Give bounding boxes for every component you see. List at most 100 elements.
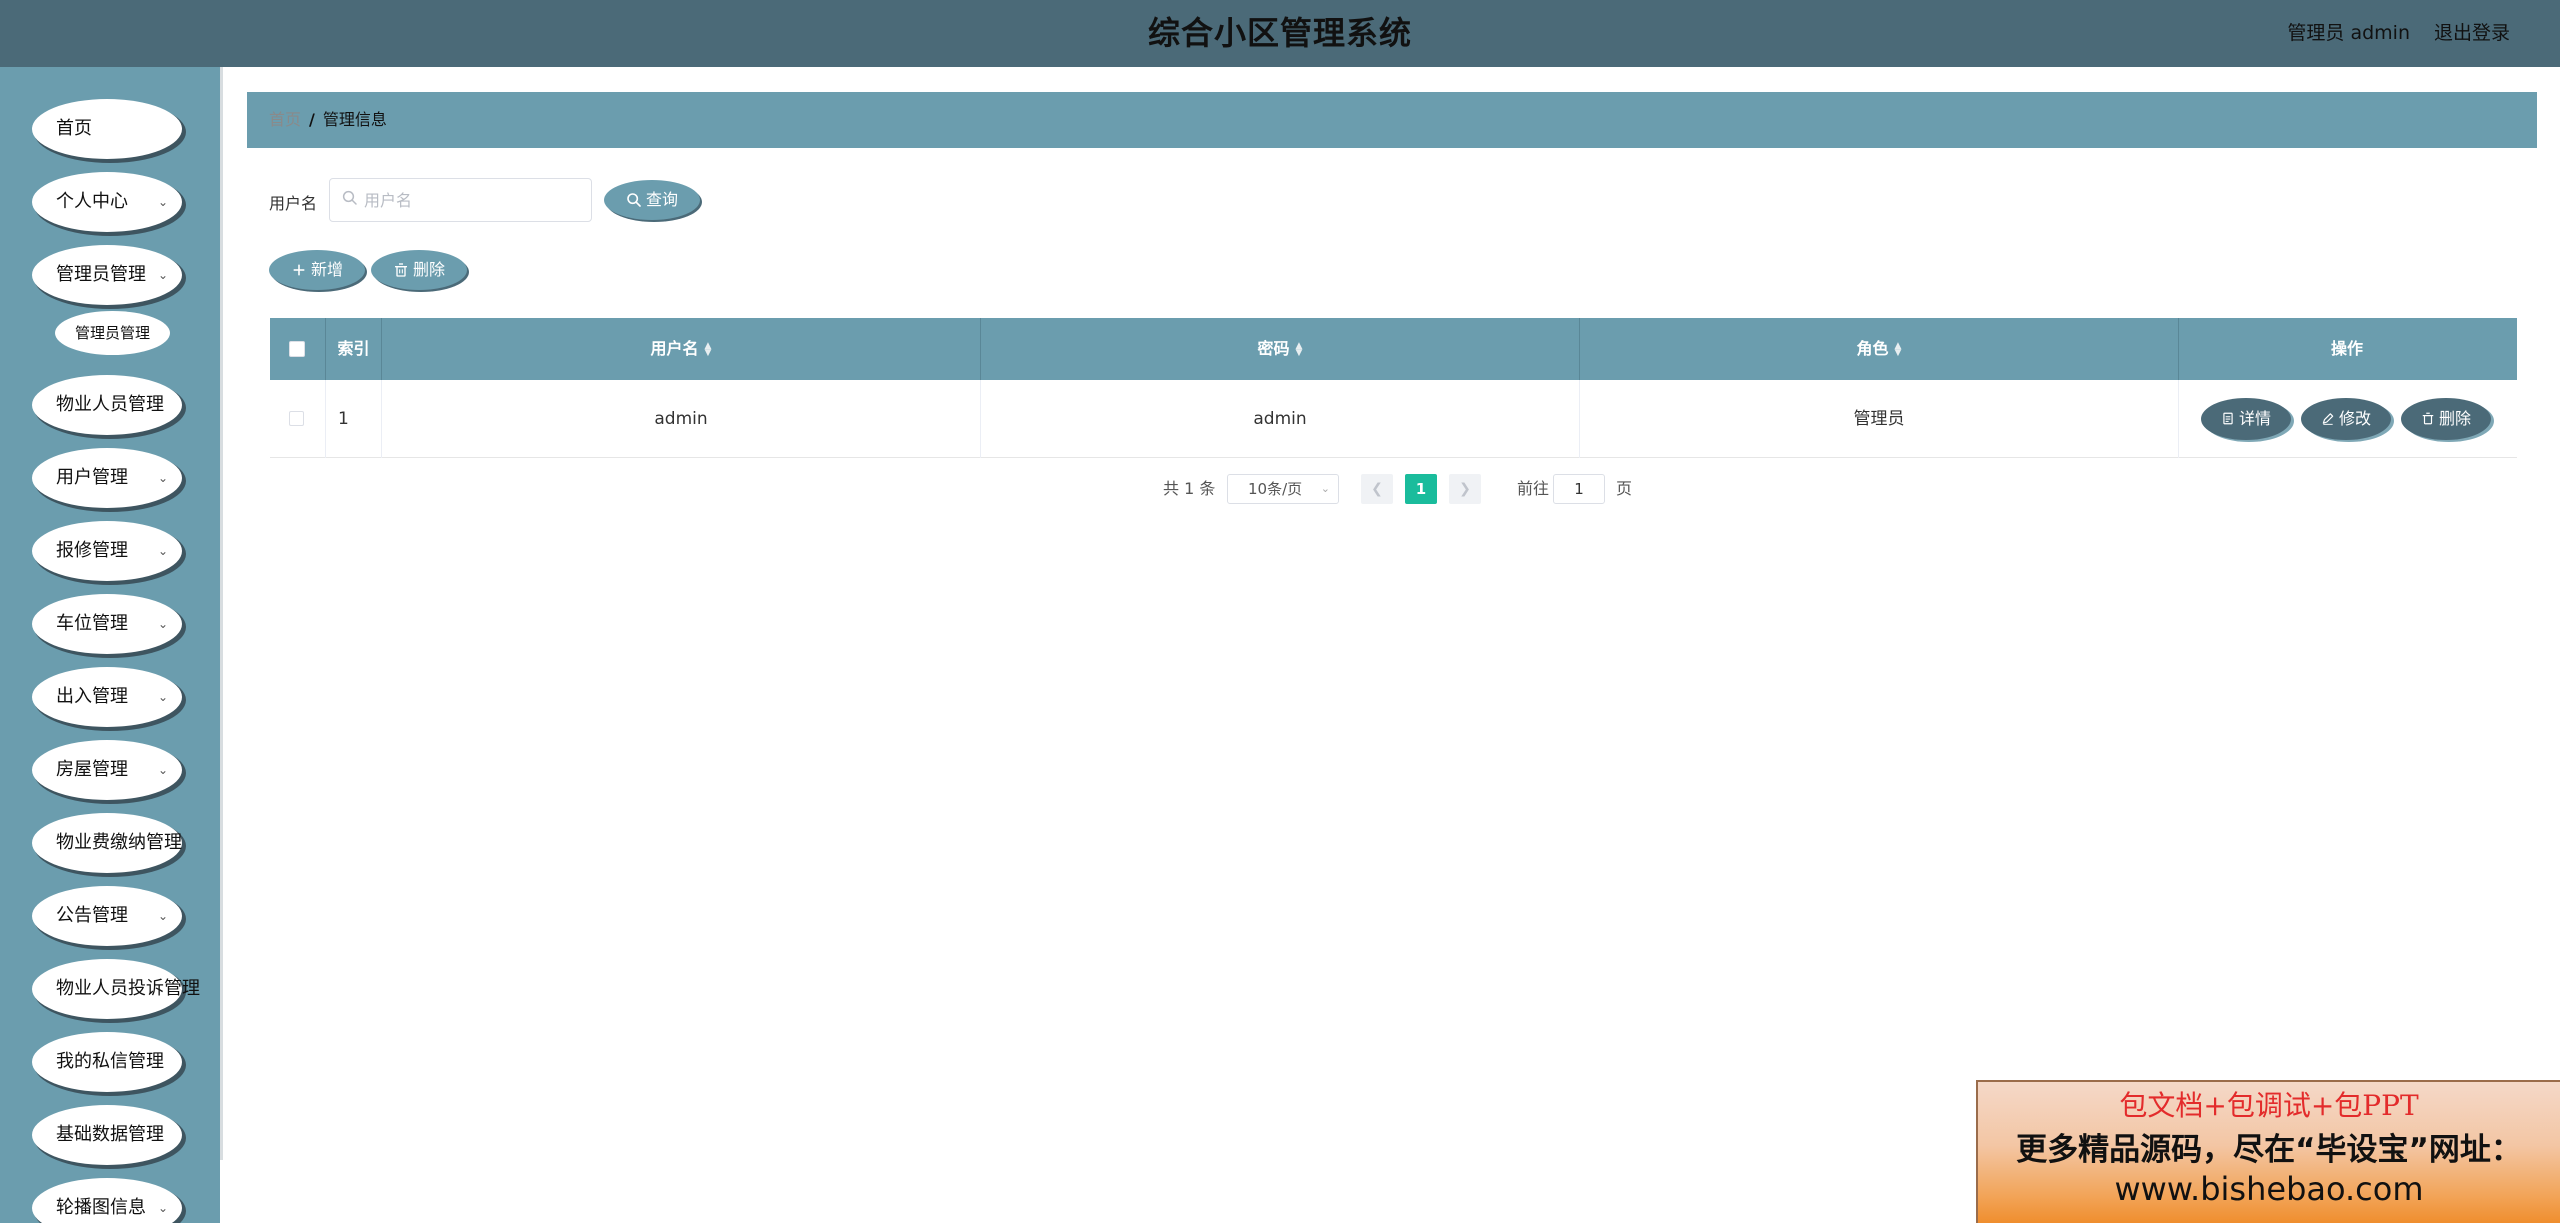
current-user-label: 管理员 admin	[2287, 22, 2410, 44]
sidebar-item-label: 轮播图信息	[56, 1197, 146, 1218]
cell-role: 管理员	[1580, 380, 2179, 458]
chevron-down-icon: ⌄	[157, 617, 168, 631]
edit-button[interactable]: 修改	[2301, 398, 2391, 440]
row-checkbox[interactable]	[289, 411, 304, 426]
sidebar-item-basic-data[interactable]: 基础数据管理	[32, 1105, 182, 1165]
cell-index: 1	[326, 380, 382, 458]
sidebar-item-property-fees[interactable]: 物业费缴纳管理	[32, 813, 182, 873]
chevron-right-icon: ❯	[1459, 481, 1471, 497]
query-button[interactable]: 查询	[604, 180, 700, 220]
promo-line-3: www.bishebao.com	[2114, 1170, 2424, 1208]
page-size-value: 10条/页	[1248, 480, 1303, 498]
column-header-username[interactable]: 用户名 ▲ ▼	[382, 318, 981, 380]
document-icon	[2223, 412, 2233, 425]
sidebar-item-personal-center[interactable]: 个人中心 ⌄	[32, 172, 182, 232]
select-all-checkbox[interactable]	[289, 341, 305, 357]
sidebar-item-label: 出入管理	[56, 686, 128, 707]
sidebar-item-repairs[interactable]: 报修管理 ⌄	[32, 521, 182, 581]
sidebar-item-property-staff[interactable]: 物业人员管理	[32, 375, 182, 435]
column-header-role[interactable]: 角色 ▲ ▼	[1580, 318, 2179, 380]
table-header: 索引 用户名 ▲ ▼ 密码 ▲ ▼ 角色 ▲ ▼ 操作	[270, 318, 2517, 380]
column-header-actions: 操作	[2330, 339, 2363, 358]
goto-page-input[interactable]	[1553, 474, 1605, 504]
chevron-down-icon: ⌄	[157, 544, 168, 558]
logout-link[interactable]: 退出登录	[2434, 0, 2510, 67]
sidebar-item-label: 管理员管理	[56, 264, 146, 285]
detail-button-label: 详情	[2238, 409, 2271, 428]
chevron-down-icon: ⌄	[157, 471, 168, 485]
delete-button[interactable]: 删除	[2401, 398, 2491, 440]
cell-username: admin	[382, 380, 981, 458]
chevron-down-icon: ⌄	[157, 195, 168, 209]
sidebar-item-users[interactable]: 用户管理 ⌄	[32, 448, 182, 508]
chevron-down-icon: ⌄	[157, 268, 168, 282]
column-header-password[interactable]: 密码 ▲ ▼	[981, 318, 1580, 380]
sidebar-item-parking[interactable]: 车位管理 ⌄	[32, 594, 182, 654]
sidebar-item-announcements[interactable]: 公告管理 ⌄	[32, 886, 182, 946]
batch-delete-button[interactable]: 删除	[371, 250, 467, 290]
column-header-label: 角色	[1856, 339, 1889, 358]
column-header-label: 用户名	[650, 339, 699, 358]
chevron-down-icon: ⌄	[157, 763, 168, 777]
app-title: 综合小区管理系统	[1147, 14, 1412, 52]
sidebar-item-label: 车位管理	[56, 613, 128, 634]
sidebar-item-label: 房屋管理	[56, 759, 128, 780]
promo-line-2: 更多精品源码，尽在“毕设宝”网址：	[2016, 1132, 2522, 1168]
table-row: 1 admin admin 管理员 详情 修改 删除	[270, 380, 2517, 458]
goto-label: 前往	[1517, 479, 1550, 498]
edit-button-label: 修改	[2338, 409, 2371, 428]
breadcrumb-separator: /	[309, 110, 315, 129]
plus-icon	[293, 264, 305, 276]
sidebar-item-label: 物业人员投诉管理	[56, 978, 200, 999]
sidebar-item-carousel[interactable]: 轮播图信息 ⌄	[32, 1178, 182, 1223]
sidebar-item-label: 我的私信管理	[56, 1051, 164, 1072]
chevron-down-icon: ⌄	[1320, 482, 1330, 495]
sidebar-item-label: 报修管理	[56, 540, 128, 561]
sidebar-item-label: 基础数据管理	[56, 1124, 164, 1145]
chevron-down-icon: ⌄	[157, 1201, 168, 1215]
column-header-index: 索引	[326, 318, 382, 380]
search-input[interactable]	[329, 178, 592, 222]
promo-line-1: 包文档+包调试+包PPT	[2119, 1089, 2419, 1122]
sort-icon[interactable]: ▲ ▼	[705, 341, 712, 357]
sidebar-item-label: 公告管理	[56, 905, 128, 926]
sidebar-item-label: 首页	[56, 118, 92, 139]
prev-page-button[interactable]: ❮	[1361, 474, 1393, 504]
select-all-cell	[270, 318, 326, 380]
sidebar-item-housing[interactable]: 房屋管理 ⌄	[32, 740, 182, 800]
query-button-label: 查询	[645, 190, 678, 209]
sidebar-item-label: 物业费缴纳管理	[56, 832, 182, 853]
trash-icon	[2422, 412, 2434, 425]
sidebar-item-home[interactable]: 首页	[32, 99, 182, 159]
main-content: 首页 / 管理信息 用户名 查询 新增 删除	[223, 67, 2560, 1223]
sidebar-item-admin-management[interactable]: 管理员管理 ⌄	[32, 245, 182, 305]
next-page-button[interactable]: ❯	[1449, 474, 1481, 504]
page-number-button[interactable]: 1	[1405, 474, 1437, 504]
sort-icon[interactable]: ▲ ▼	[1296, 341, 1303, 357]
submenu-item-admin-management[interactable]: 管理员管理	[55, 311, 170, 355]
column-header-label: 密码	[1257, 339, 1290, 358]
top-header: 综合小区管理系统 管理员 admin 退出登录	[0, 0, 2560, 67]
sort-icon[interactable]: ▲ ▼	[1895, 341, 1902, 357]
row-select-cell	[270, 380, 326, 458]
cell-password: admin	[981, 380, 1580, 458]
sidebar-item-access[interactable]: 出入管理 ⌄	[32, 667, 182, 727]
breadcrumb-current: 管理信息	[322, 110, 387, 129]
add-button[interactable]: 新增	[269, 250, 365, 290]
detail-button[interactable]: 详情	[2201, 398, 2291, 440]
breadcrumb-home-link[interactable]: 首页	[269, 110, 301, 129]
sidebar-item-label: 用户管理	[56, 467, 128, 488]
sidebar-item-complaints[interactable]: 物业人员投诉管理	[32, 959, 200, 1019]
batch-delete-button-label: 删除	[412, 260, 445, 279]
add-button-label: 新增	[310, 260, 343, 279]
sidebar-item-label: 物业人员管理	[56, 394, 164, 415]
sidebar-item-messages[interactable]: 我的私信管理	[32, 1032, 182, 1092]
search-icon	[342, 190, 357, 205]
chevron-down-icon: ⌄	[157, 690, 168, 704]
search-icon	[627, 193, 641, 207]
page-size-select[interactable]: 10条/页 ⌄	[1227, 474, 1339, 504]
search-label: 用户名	[269, 194, 318, 213]
pencil-icon	[2322, 413, 2334, 425]
pagination-total: 共 1 条	[1163, 479, 1216, 498]
sidebar-item-label: 个人中心	[56, 191, 128, 212]
